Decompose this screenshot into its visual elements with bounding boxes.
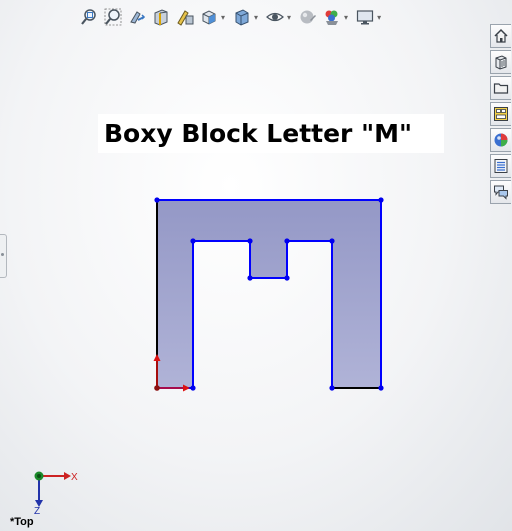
sketch-point[interactable] [190, 238, 196, 244]
triad-z-label: Z [34, 506, 40, 517]
graphics-area[interactable]: ▾ ▾ ▾ ▾ ▾ Boxy Block Letter "M" X Z *Top [0, 0, 512, 531]
sketch-canvas[interactable]: X Z [0, 0, 512, 531]
sketch-point[interactable] [154, 197, 160, 203]
reference-triad-icon [34, 471, 71, 507]
sketch-point[interactable] [378, 385, 384, 391]
view-orientation-label: *Top [10, 516, 34, 528]
sketch-point[interactable] [329, 385, 335, 391]
sketch-point[interactable] [190, 385, 196, 391]
triad-x-label: X [71, 472, 78, 483]
sketch-point[interactable] [378, 197, 384, 203]
sketch-region[interactable] [157, 200, 381, 388]
sketch-point[interactable] [284, 275, 290, 281]
sketch-point[interactable] [329, 238, 335, 244]
sketch-point[interactable] [284, 238, 290, 244]
sketch-point[interactable] [247, 238, 253, 244]
sketch-point[interactable] [247, 275, 253, 281]
